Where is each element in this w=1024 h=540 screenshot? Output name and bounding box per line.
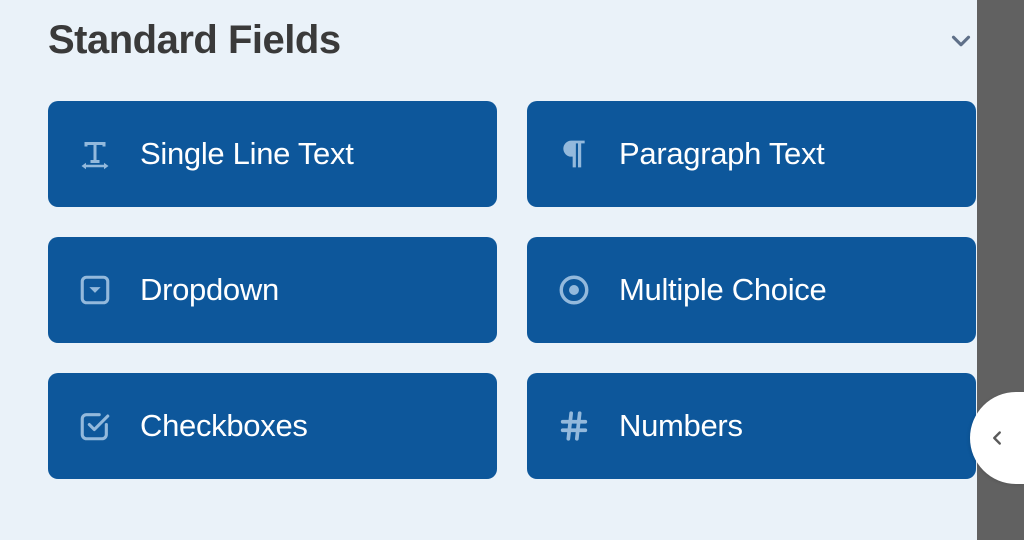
field-label: Numbers xyxy=(619,408,743,444)
text-width-icon xyxy=(76,135,114,173)
field-label: Paragraph Text xyxy=(619,136,824,172)
hash-icon xyxy=(555,407,593,445)
checkbox-icon xyxy=(76,407,114,445)
standard-fields-panel: Standard Fields Single Line Text P xyxy=(0,0,1024,479)
pilcrow-icon xyxy=(555,135,593,173)
field-label: Dropdown xyxy=(140,272,279,308)
radio-icon xyxy=(555,271,593,309)
field-multiple-choice[interactable]: Multiple Choice xyxy=(527,237,976,343)
field-checkboxes[interactable]: Checkboxes xyxy=(48,373,497,479)
field-numbers[interactable]: Numbers xyxy=(527,373,976,479)
field-label: Single Line Text xyxy=(140,136,354,172)
field-label: Checkboxes xyxy=(140,408,308,444)
section-header[interactable]: Standard Fields xyxy=(48,18,976,63)
chevron-down-icon xyxy=(946,26,976,56)
section-title: Standard Fields xyxy=(48,18,341,63)
field-label: Multiple Choice xyxy=(619,272,826,308)
field-single-line-text[interactable]: Single Line Text xyxy=(48,101,497,207)
field-paragraph-text[interactable]: Paragraph Text xyxy=(527,101,976,207)
field-grid: Single Line Text Paragraph Text Dropdown xyxy=(48,101,976,479)
chevron-left-icon xyxy=(986,427,1008,449)
dropdown-icon xyxy=(76,271,114,309)
field-dropdown[interactable]: Dropdown xyxy=(48,237,497,343)
